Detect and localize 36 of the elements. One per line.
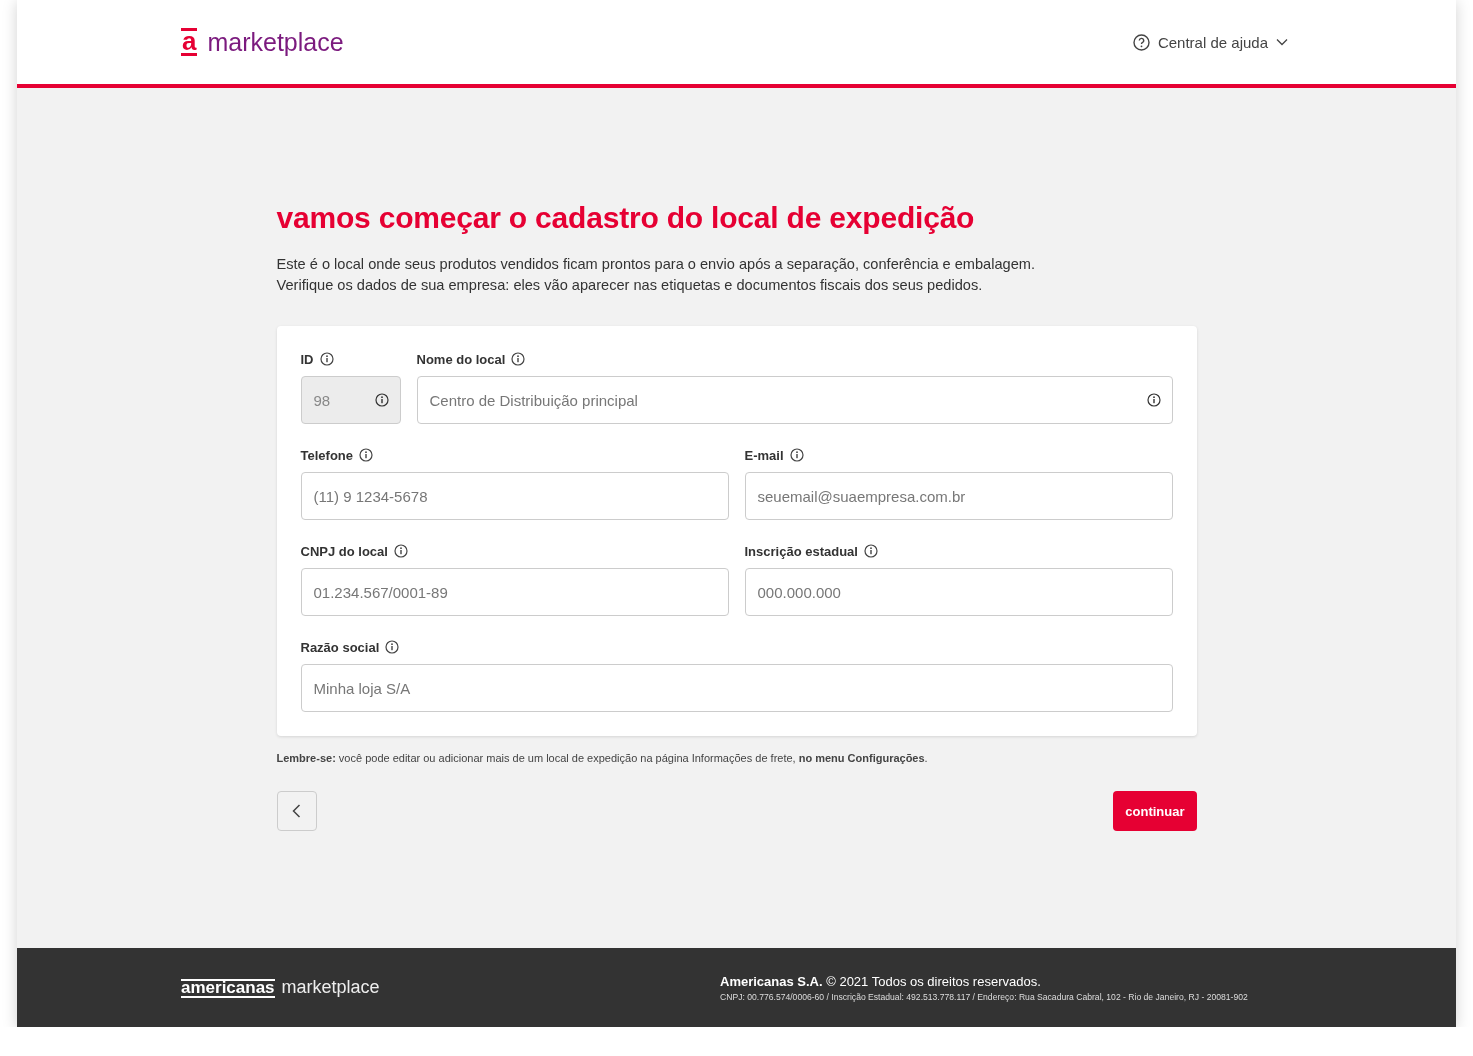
intro-text: Este é o local onde seus produtos vendidos ficam prontos para o envio após a separação, conferência e embalagem. — [276, 255, 1037, 273]
field-label: CNPJ do local — [300, 543, 388, 559]
logo-text: marketplace — [207, 27, 344, 57]
input-field[interactable]: Minha loja S/A — [300, 664, 1173, 712]
field-label: Inscrição estadual — [744, 543, 858, 559]
legal-text: CNPJ: 00.776.574/0006-60 / Inscrição Estadual: 492.513.778.117 / Endereço: Rua Sacadura Cabral, 102 - Rio de Janeiro, RJ - 20081-902 — [720, 991, 1249, 1002]
chevron-icon — [1276, 38, 1288, 46]
help-center-menu[interactable]: Central de ajuda — [1128, 29, 1292, 55]
field-label: ID — [300, 351, 314, 367]
info-icon — [359, 448, 373, 462]
info-icon — [385, 640, 400, 654]
input-field[interactable]: Centro de Distribuição principal — [416, 376, 1173, 424]
field-label: Razão social — [300, 639, 380, 655]
footer-logo-text: marketplace — [281, 977, 380, 998]
info-icon — [789, 448, 804, 462]
input-field[interactable]: 000.000.000 — [744, 568, 1173, 616]
intro-text: Verifique os dados de sua empresa: eles vão aparecer nas etiquetas e documentos fiscais dos seus pedidos. — [276, 276, 984, 294]
field-label: Telefone — [300, 447, 353, 463]
info-button[interactable] — [1146, 393, 1161, 407]
info-icon — [393, 544, 408, 558]
footer-logo-brand: americanas — [181, 979, 275, 998]
info-icon — [863, 544, 878, 558]
copyright-text: Americanas S.A. © 2021 Todos os direitos reservados. — [720, 973, 1042, 989]
field-label: Nome do local — [416, 351, 506, 367]
input-field[interactable]: seuemail@suaempresa.com.br — [744, 472, 1173, 520]
chevron-left-icon — [292, 804, 301, 818]
input-field[interactable]: 01.234.567/0001-89 — [300, 568, 729, 616]
continue-button[interactable]: continuar — [1113, 791, 1197, 831]
help-icon — [1132, 33, 1150, 51]
logo-mark: a — [181, 28, 198, 56]
page-title: vamos começar o cadastro do local de expedição — [276, 201, 976, 235]
info-icon — [511, 352, 526, 366]
input-field[interactable]: (11) 9 1234-5678 — [300, 472, 729, 520]
field-label: E-mail — [744, 447, 784, 463]
info-icon — [319, 352, 334, 366]
reminder-note: Lembre-se: você pode editar ou adicionar mais de um local de expedição na página Informações de frete, no menu Configurações. — [276, 752, 929, 764]
